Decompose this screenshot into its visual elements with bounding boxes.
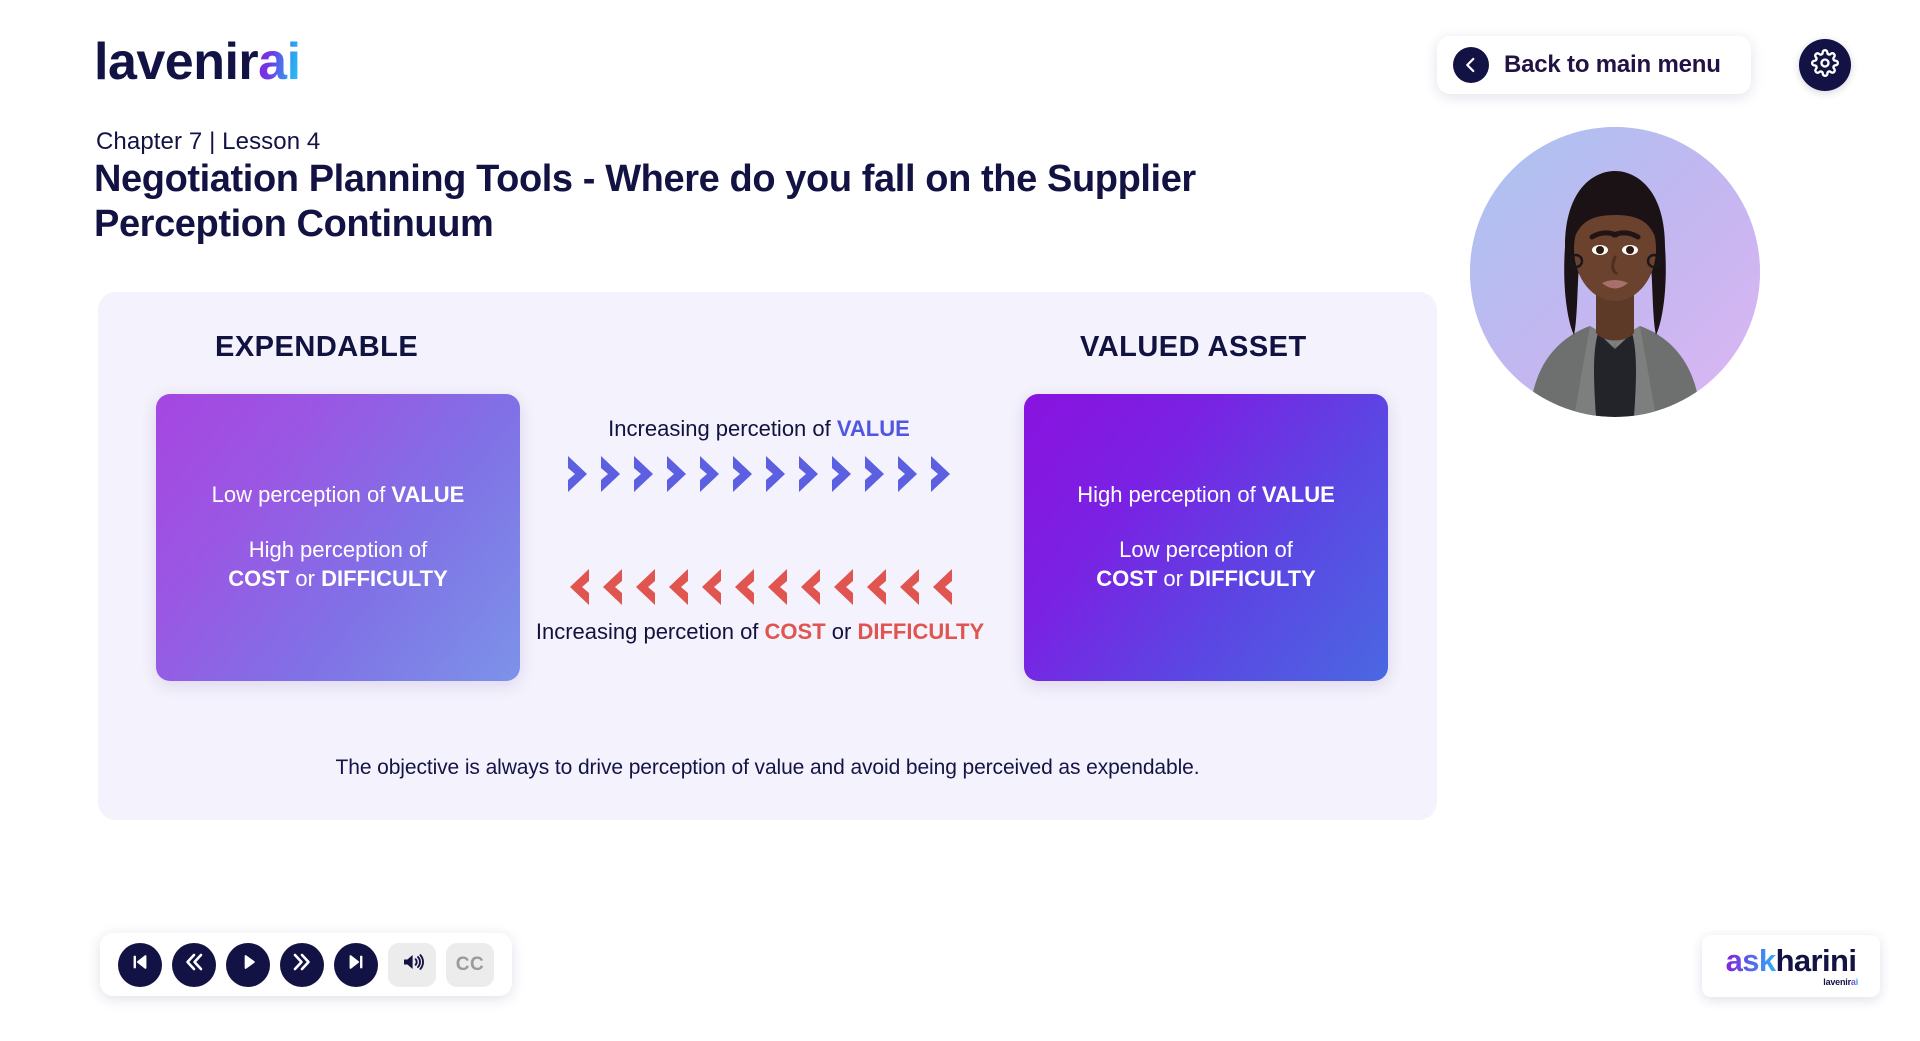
- skip-back-icon: [129, 951, 151, 978]
- cost-chevron-icon: [767, 569, 787, 605]
- chapter-lesson-label: Chapter 7 | Lesson 4: [96, 128, 321, 155]
- rewind-button[interactable]: [172, 942, 216, 987]
- expendable-line2-bold-a: COST: [228, 566, 290, 592]
- value-chevron-icon: [765, 456, 785, 492]
- value-chevron-icon: [600, 456, 620, 492]
- back-button-label: Back to main menu: [1504, 51, 1721, 78]
- value-chevron-icon: [567, 456, 587, 492]
- value-chevron-icon: [633, 456, 653, 492]
- cost-label-prefix: Increasing percetion of: [535, 619, 765, 644]
- increasing-cost-arrow-block: Increasing percetion of COST or DIFFICUL…: [520, 563, 1000, 645]
- expendable-line1-bold: VALUE: [391, 482, 465, 508]
- cost-chevron-icon: [932, 569, 952, 605]
- askharini-logo[interactable]: askharini lavenirai: [1702, 935, 1880, 997]
- askharini-subtitle: lavenirai: [1823, 978, 1858, 987]
- cost-chevron-icon: [833, 569, 853, 605]
- cost-label-bold-b: DIFFICULTY: [857, 619, 985, 644]
- expendable-card: Low perception of VALUE High perception …: [156, 394, 520, 681]
- expendable-line2-mid: or: [289, 566, 322, 592]
- expendable-card-line-1: Low perception of VALUE: [212, 481, 465, 509]
- value-label-bold: VALUE: [836, 416, 910, 441]
- valued-line2-prefix: Low perception of: [1119, 536, 1293, 562]
- play-button[interactable]: [226, 942, 270, 987]
- play-icon: [238, 952, 258, 977]
- valued-asset-card: High perception of VALUE Low perception …: [1024, 394, 1388, 681]
- expendable-line1-prefix: Low perception of: [211, 482, 392, 508]
- panel-objective-note: The objective is always to drive percept…: [335, 756, 1200, 779]
- cost-label-bold-a: COST: [764, 619, 826, 644]
- cost-chevron-icon: [800, 569, 820, 605]
- value-chevron-icon: [699, 456, 719, 492]
- logo-text-dark: lavenir: [94, 33, 259, 91]
- value-chevron-icon: [666, 456, 686, 492]
- value-chevron-icon: [897, 456, 917, 492]
- cost-chevron-icon: [635, 569, 655, 605]
- avatar-illustration: [1470, 127, 1760, 417]
- left-column-heading: EXPENDABLE: [215, 331, 419, 363]
- valued-line1-prefix: High perception of: [1077, 482, 1262, 508]
- cost-chevron-icon: [569, 569, 589, 605]
- askharini-name-accent: ask: [1725, 943, 1777, 978]
- value-chevron-icon: [831, 456, 851, 492]
- valued-line2-bold-a: COST: [1096, 566, 1158, 592]
- back-to-main-menu-button[interactable]: Back to main menu: [1437, 36, 1751, 94]
- captions-label: CC: [455, 953, 485, 975]
- captions-button[interactable]: CC: [446, 942, 494, 987]
- value-chevron-icon: [732, 456, 752, 492]
- increasing-cost-label: Increasing percetion of COST or DIFFICUL…: [520, 619, 1000, 645]
- expendable-card-line-2: High perception of COST or DIFFICULTY: [228, 535, 448, 594]
- increasing-value-arrow-block: Increasing percetion of VALUE: [530, 416, 988, 498]
- right-column-heading: VALUED ASSET: [1080, 331, 1307, 363]
- expendable-line2-bold-b: DIFFICULTY: [321, 566, 448, 592]
- expendable-line2-prefix: High perception of: [248, 536, 428, 562]
- value-label-prefix: Increasing percetion of: [608, 416, 837, 441]
- cost-chevron-icon: [668, 569, 688, 605]
- settings-button[interactable]: [1799, 39, 1851, 91]
- gear-icon: [1811, 48, 1839, 82]
- cost-chevron-icon: [734, 569, 754, 605]
- valued-line2-mid: or: [1157, 566, 1190, 592]
- logo-text-accent: ai: [258, 33, 301, 91]
- cost-label-mid: or: [825, 619, 858, 644]
- value-chevron-row: [530, 450, 988, 498]
- cost-chevron-row: [520, 563, 1000, 611]
- volume-button[interactable]: [388, 942, 436, 987]
- value-chevron-icon: [930, 456, 950, 492]
- valued-line1-bold: VALUE: [1261, 482, 1335, 508]
- volume-icon: [400, 950, 424, 979]
- valued-asset-card-line-2: Low perception of COST or DIFFICULTY: [1096, 535, 1316, 594]
- fast-forward-button[interactable]: [280, 942, 324, 987]
- askharini-subtitle-accent: ai: [1850, 977, 1858, 987]
- skip-to-end-button[interactable]: [334, 942, 378, 987]
- askharini-name-dark: harini: [1775, 943, 1857, 978]
- skip-to-start-button[interactable]: [118, 942, 162, 987]
- lesson-slide: lavenirai Back to main menu Chapter 7 | …: [0, 0, 1920, 1041]
- askharini-name: askharini: [1726, 945, 1857, 976]
- avatar: [1470, 127, 1760, 417]
- valued-line2-bold-b: DIFFICULTY: [1189, 566, 1316, 592]
- cost-chevron-icon: [866, 569, 886, 605]
- lavenir-logo: lavenirai: [94, 36, 301, 88]
- cost-chevron-icon: [602, 569, 622, 605]
- rewind-icon: [182, 950, 206, 979]
- valued-asset-card-line-1: High perception of VALUE: [1077, 481, 1335, 509]
- skip-forward-icon: [345, 951, 367, 978]
- increasing-value-label: Increasing percetion of VALUE: [530, 416, 988, 442]
- cost-chevron-icon: [701, 569, 721, 605]
- chevron-left-circle-icon: [1453, 47, 1489, 83]
- value-chevron-icon: [864, 456, 884, 492]
- page-title: Negotiation Planning Tools - Where do yo…: [94, 158, 1196, 245]
- value-chevron-icon: [798, 456, 818, 492]
- media-player-controls: CC: [100, 933, 512, 996]
- cost-chevron-icon: [899, 569, 919, 605]
- fast-forward-icon: [290, 950, 314, 979]
- askharini-subtitle-dark: lavenir: [1823, 977, 1851, 987]
